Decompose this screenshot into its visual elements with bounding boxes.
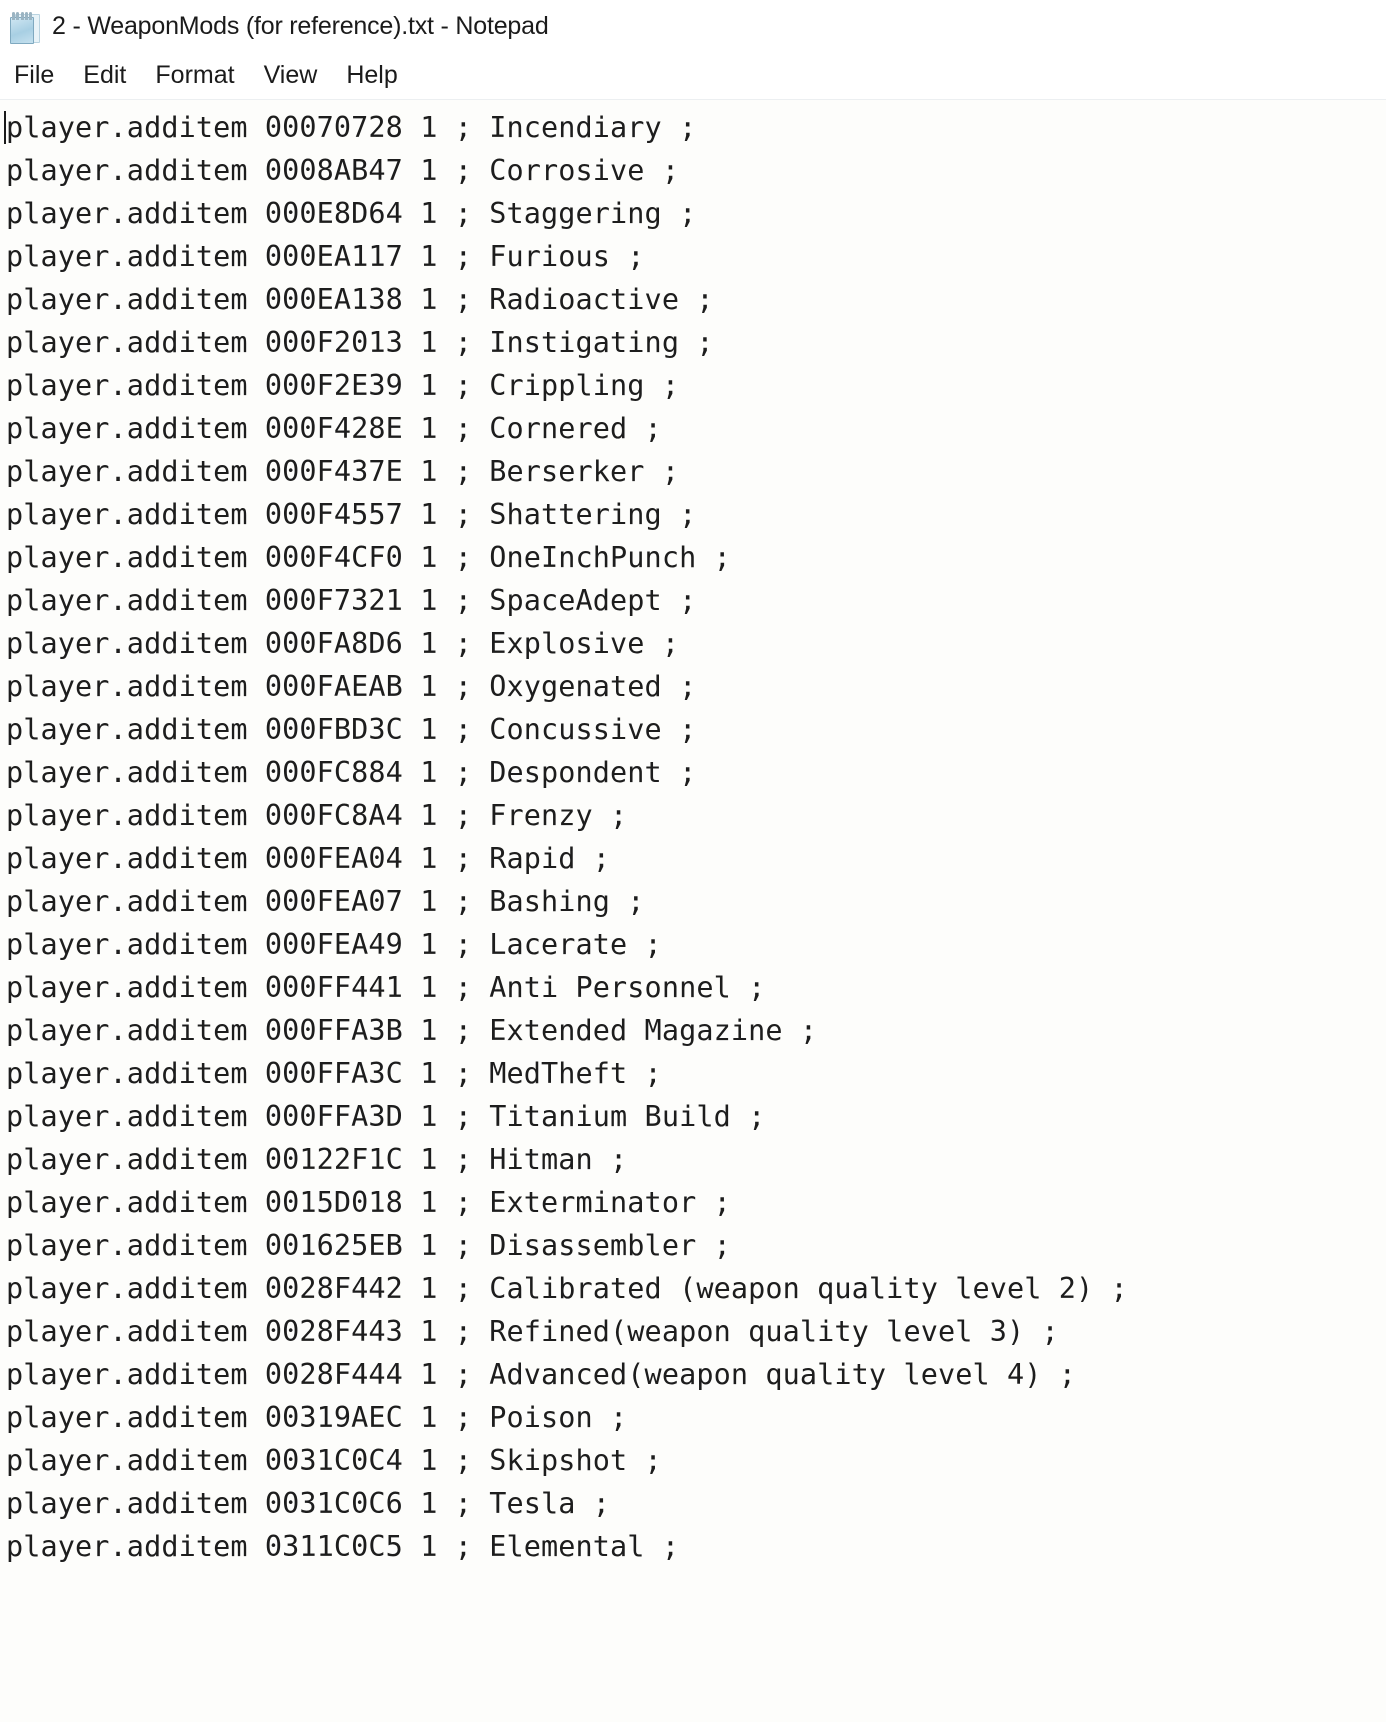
- menu-bar: File Edit Format View Help: [0, 52, 1386, 100]
- menu-item-view[interactable]: View: [264, 61, 335, 90]
- menu-item-edit[interactable]: Edit: [83, 61, 143, 90]
- editor-line: player.additem 0008AB47 1 ; Corrosive ;: [6, 154, 680, 187]
- editor-line: player.additem 000F428E 1 ; Cornered ;: [6, 412, 662, 445]
- editor-line: player.additem 000EA138 1 ; Radioactive …: [6, 283, 714, 316]
- editor-line: player.additem 000FFA3C 1 ; MedTheft ;: [6, 1057, 662, 1090]
- menu-item-file[interactable]: File: [14, 61, 71, 90]
- editor-line: player.additem 000FAEAB 1 ; Oxygenated ;: [6, 670, 697, 703]
- window-title: 2 - WeaponMods (for reference).txt - Not…: [52, 11, 549, 40]
- editor-line: player.additem 000FFA3D 1 ; Titanium Bui…: [6, 1100, 766, 1133]
- editor-line: player.additem 0015D018 1 ; Exterminator…: [6, 1186, 731, 1219]
- editor-line: player.additem 000FA8D6 1 ; Explosive ;: [6, 627, 680, 660]
- editor-line: player.additem 001625EB 1 ; Disassembler…: [6, 1229, 731, 1262]
- editor-line: player.additem 000FF441 1 ; Anti Personn…: [6, 971, 766, 1004]
- notepad-icon: [10, 10, 40, 44]
- editor-line: player.additem 00319AEC 1 ; Poison ;: [6, 1401, 628, 1434]
- editor-line: player.additem 000F4557 1 ; Shattering ;: [6, 498, 697, 531]
- editor-line: player.additem 000F437E 1 ; Berserker ;: [6, 455, 680, 488]
- editor-line: player.additem 00122F1C 1 ; Hitman ;: [6, 1143, 628, 1176]
- editor-line: player.additem 000EA117 1 ; Furious ;: [6, 240, 645, 273]
- editor-line: player.additem 0031C0C4 1 ; Skipshot ;: [6, 1444, 662, 1477]
- editor-line: player.additem 000F7321 1 ; SpaceAdept ;: [6, 584, 697, 617]
- editor-line: player.additem 000FEA49 1 ; Lacerate ;: [6, 928, 662, 961]
- text-editor-area[interactable]: player.additem 00070728 1 ; Incendiary ;…: [0, 100, 1386, 1722]
- editor-line: player.additem 000E8D64 1 ; Staggering ;: [6, 197, 697, 230]
- editor-line: player.additem 0031C0C6 1 ; Tesla ;: [6, 1487, 611, 1520]
- editor-line: player.additem 000F2013 1 ; Instigating …: [6, 326, 714, 359]
- title-bar: 2 - WeaponMods (for reference).txt - Not…: [0, 0, 1386, 52]
- editor-line: player.additem 00070728 1 ; Incendiary ;: [6, 111, 697, 144]
- editor-line: player.additem 000FBD3C 1 ; Concussive ;: [6, 713, 697, 746]
- editor-line: player.additem 0028F444 1 ; Advanced(wea…: [6, 1358, 1077, 1391]
- text-caret: [4, 111, 6, 144]
- menu-item-format[interactable]: Format: [155, 61, 251, 90]
- editor-line: player.additem 0028F443 1 ; Refined(weap…: [6, 1315, 1059, 1348]
- editor-line: player.additem 0028F442 1 ; Calibrated (…: [6, 1272, 1128, 1305]
- menu-item-help[interactable]: Help: [346, 61, 414, 90]
- editor-line: player.additem 000FEA04 1 ; Rapid ;: [6, 842, 611, 875]
- notepad-window: 2 - WeaponMods (for reference).txt - Not…: [0, 0, 1386, 1722]
- editor-line: player.additem 000FFA3B 1 ; Extended Mag…: [6, 1014, 818, 1047]
- editor-line: player.additem 000F2E39 1 ; Crippling ;: [6, 369, 680, 402]
- editor-line: player.additem 000FC8A4 1 ; Frenzy ;: [6, 799, 628, 832]
- editor-line: player.additem 000FEA07 1 ; Bashing ;: [6, 885, 645, 918]
- editor-line: player.additem 000FC884 1 ; Despondent ;: [6, 756, 697, 789]
- editor-line: player.additem 0311C0C5 1 ; Elemental ;: [6, 1530, 680, 1563]
- editor-line: player.additem 000F4CF0 1 ; OneInchPunch…: [6, 541, 731, 574]
